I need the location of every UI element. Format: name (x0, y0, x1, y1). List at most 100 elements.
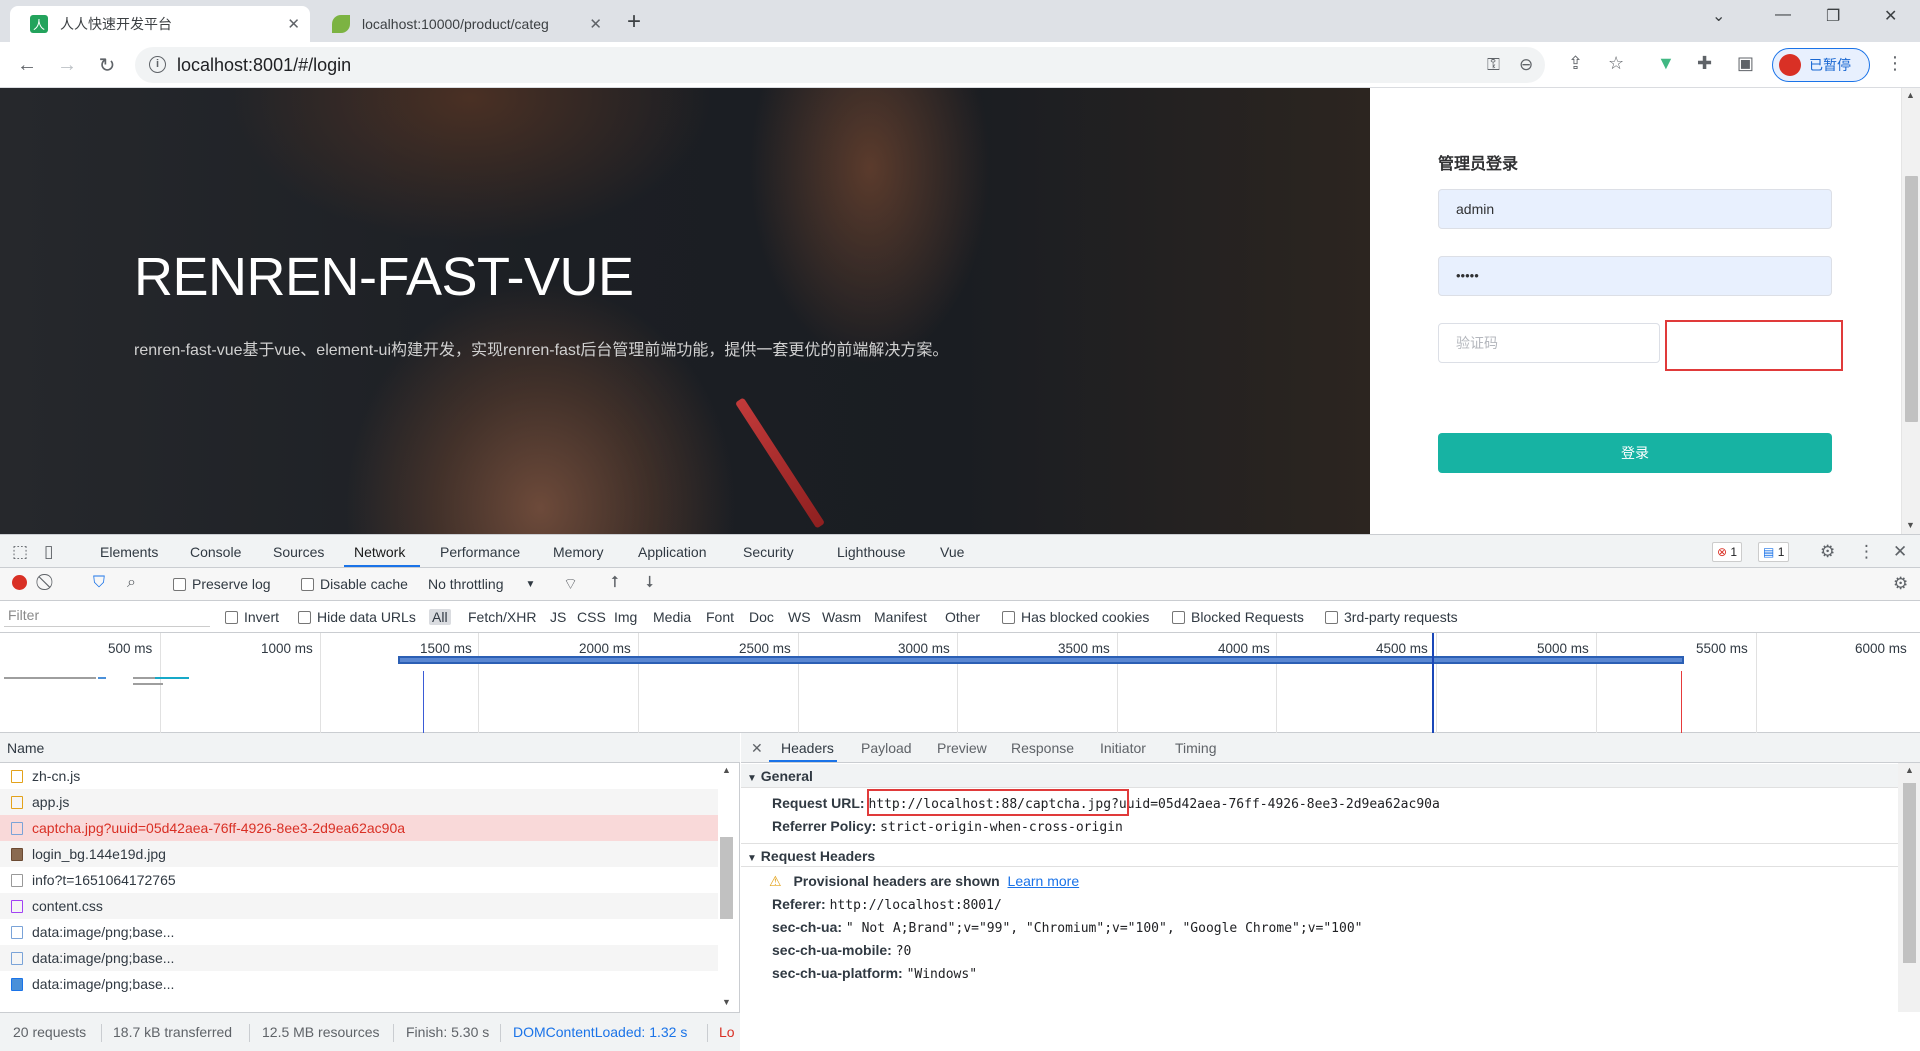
network-timeline-overview[interactable]: 500 ms 1000 ms 1500 ms 2000 ms 2500 ms 3… (0, 633, 1920, 733)
filter-type-fetch[interactable]: Fetch/XHR (468, 609, 536, 625)
new-tab-button[interactable]: + (627, 8, 641, 36)
tab-vue[interactable]: Vue (940, 544, 964, 560)
share-icon[interactable]: ⇪ (1568, 53, 1583, 74)
general-section-header[interactable]: ▼ General (741, 764, 1898, 788)
bookmark-star-icon[interactable]: ☆ (1608, 53, 1624, 74)
tab-elements[interactable]: Elements (100, 544, 158, 560)
search-icon[interactable]: ⌕ (127, 574, 136, 592)
record-icon[interactable] (12, 575, 27, 590)
network-conditions-icon[interactable]: ⌔ (563, 574, 578, 594)
side-panel-icon[interactable]: ▣ (1737, 53, 1754, 74)
filter-type-wasm[interactable]: Wasm (822, 609, 861, 625)
has-blocked-cookies-checkbox[interactable]: Has blocked cookies (1002, 609, 1149, 625)
captcha-image[interactable] (1665, 320, 1843, 371)
close-icon[interactable]: ✕ (287, 15, 300, 33)
tab-response[interactable]: Response (1011, 740, 1074, 756)
hide-data-urls-checkbox[interactable]: Hide data URLs (298, 609, 416, 625)
filter-type-ws[interactable]: WS (788, 609, 811, 625)
preserve-log-checkbox[interactable]: Preserve log (173, 576, 271, 592)
request-row[interactable]: app.js (0, 789, 718, 815)
tab-performance[interactable]: Performance (440, 544, 520, 560)
tab-memory[interactable]: Memory (553, 544, 604, 560)
disable-cache-checkbox[interactable]: Disable cache (301, 576, 408, 592)
error-count-badge[interactable]: ⊗ 1 (1712, 542, 1743, 562)
scrollbar-thumb[interactable] (1905, 176, 1918, 422)
devtools-menu-icon[interactable]: ⋮ (1858, 542, 1875, 562)
username-input[interactable]: admin (1438, 189, 1832, 229)
close-window-icon[interactable]: ✕ (1884, 6, 1897, 26)
tab-console[interactable]: Console (190, 544, 241, 560)
scroll-up-icon[interactable]: ▲ (722, 765, 731, 775)
message-count-badge[interactable]: ▤ 1 (1758, 542, 1790, 562)
import-har-icon[interactable]: ⭡ (611, 574, 619, 592)
login-button[interactable]: 登录 (1438, 433, 1832, 473)
back-icon[interactable]: ← (12, 50, 42, 80)
filter-type-img[interactable]: Img (614, 609, 637, 625)
scrollbar-thumb[interactable] (1903, 783, 1916, 963)
filter-type-doc[interactable]: Doc (749, 609, 774, 625)
address-bar[interactable]: i localhost:8001/#/login ⚿ ⊖ (135, 47, 1545, 83)
blocked-requests-checkbox[interactable]: Blocked Requests (1172, 609, 1304, 625)
device-toolbar-icon[interactable]: ▯ (44, 542, 53, 562)
zoom-icon[interactable]: ⊖ (1519, 55, 1533, 75)
tab-sources[interactable]: Sources (273, 544, 324, 560)
inspect-element-icon[interactable]: ⬚ (12, 542, 28, 562)
address-url[interactable]: localhost:8001/#/login (177, 55, 351, 76)
tab-lighthouse[interactable]: Lighthouse (837, 544, 906, 560)
scroll-down-icon[interactable]: ▼ (722, 997, 731, 1007)
reload-icon[interactable]: ↻ (92, 50, 122, 80)
profile-button[interactable]: 已暂停 (1772, 48, 1870, 82)
tab-application[interactable]: Application (638, 544, 707, 560)
request-headers-section-header[interactable]: ▼ Request Headers (741, 843, 1898, 867)
column-header-name[interactable]: Name (0, 733, 740, 763)
extensions-icon[interactable]: ✚ (1697, 53, 1712, 74)
filter-type-font[interactable]: Font (706, 609, 734, 625)
network-settings-icon[interactable]: ⚙ (1893, 574, 1908, 594)
request-row[interactable]: info?t=1651064172765 (0, 867, 718, 893)
filter-input[interactable]: Filter (4, 607, 210, 627)
tab-headers[interactable]: Headers (781, 740, 834, 756)
tab-timing[interactable]: Timing (1175, 740, 1217, 756)
forward-icon[interactable]: → (52, 50, 82, 80)
scroll-up-icon[interactable]: ▲ (1905, 765, 1914, 775)
request-row[interactable]: data:image/png;base... (0, 919, 718, 945)
browser-tab-renren[interactable]: 人 人人快速开发平台 ✕ (10, 6, 310, 42)
request-row[interactable]: data:image/png;base... (0, 945, 718, 971)
site-info-icon[interactable]: i (149, 56, 166, 73)
key-icon[interactable]: ⚿ (1487, 55, 1500, 75)
tab-network[interactable]: Network (354, 544, 405, 560)
throttling-select[interactable]: No throttling ▼ (428, 576, 535, 592)
request-row[interactable]: login_bg.144e19d.jpg (0, 841, 718, 867)
vue-devtools-icon[interactable]: ▼ (1657, 53, 1675, 74)
tab-initiator[interactable]: Initiator (1100, 740, 1146, 756)
minimize-icon[interactable]: — (1775, 6, 1791, 24)
timeline-selection[interactable] (398, 656, 1684, 664)
scroll-down-icon[interactable]: ▼ (1906, 520, 1915, 530)
page-scrollbar[interactable]: ▲ ▼ (1901, 88, 1920, 534)
filter-type-js[interactable]: JS (550, 609, 566, 625)
close-devtools-icon[interactable]: ✕ (1893, 542, 1907, 562)
filter-type-css[interactable]: CSS (577, 609, 606, 625)
browser-tab-localhost[interactable]: localhost:10000/product/categ ✕ (312, 6, 612, 42)
invert-checkbox[interactable]: Invert (225, 609, 279, 625)
tab-preview[interactable]: Preview (937, 740, 987, 756)
scroll-up-icon[interactable]: ▲ (1906, 90, 1915, 100)
filter-icon[interactable]: ⛉ (93, 574, 105, 592)
tab-security[interactable]: Security (743, 544, 794, 560)
close-details-icon[interactable]: ✕ (751, 740, 763, 757)
captcha-input[interactable]: 验证码 (1438, 323, 1660, 363)
request-row-selected[interactable]: captcha.jpg?uuid=05d42aea-76ff-4926-8ee3… (0, 815, 718, 841)
tab-payload[interactable]: Payload (861, 740, 912, 756)
filter-type-media[interactable]: Media (653, 609, 691, 625)
tab-search-icon[interactable]: ⌄ (1712, 6, 1725, 26)
request-row[interactable]: content.css (0, 893, 718, 919)
filter-type-manifest[interactable]: Manifest (874, 609, 927, 625)
learn-more-link[interactable]: Learn more (1008, 873, 1080, 889)
request-row[interactable]: zh-cn.js (0, 763, 718, 789)
request-list-scrollbar[interactable]: ▲ ▼ (718, 763, 736, 1012)
password-input[interactable]: ••••• (1438, 256, 1832, 296)
scrollbar-thumb[interactable] (720, 837, 733, 919)
request-row[interactable]: data:image/png;base... (0, 971, 718, 997)
details-scrollbar[interactable]: ▲ (1898, 763, 1920, 1012)
menu-kebab-icon[interactable]: ⋮ (1886, 53, 1904, 74)
